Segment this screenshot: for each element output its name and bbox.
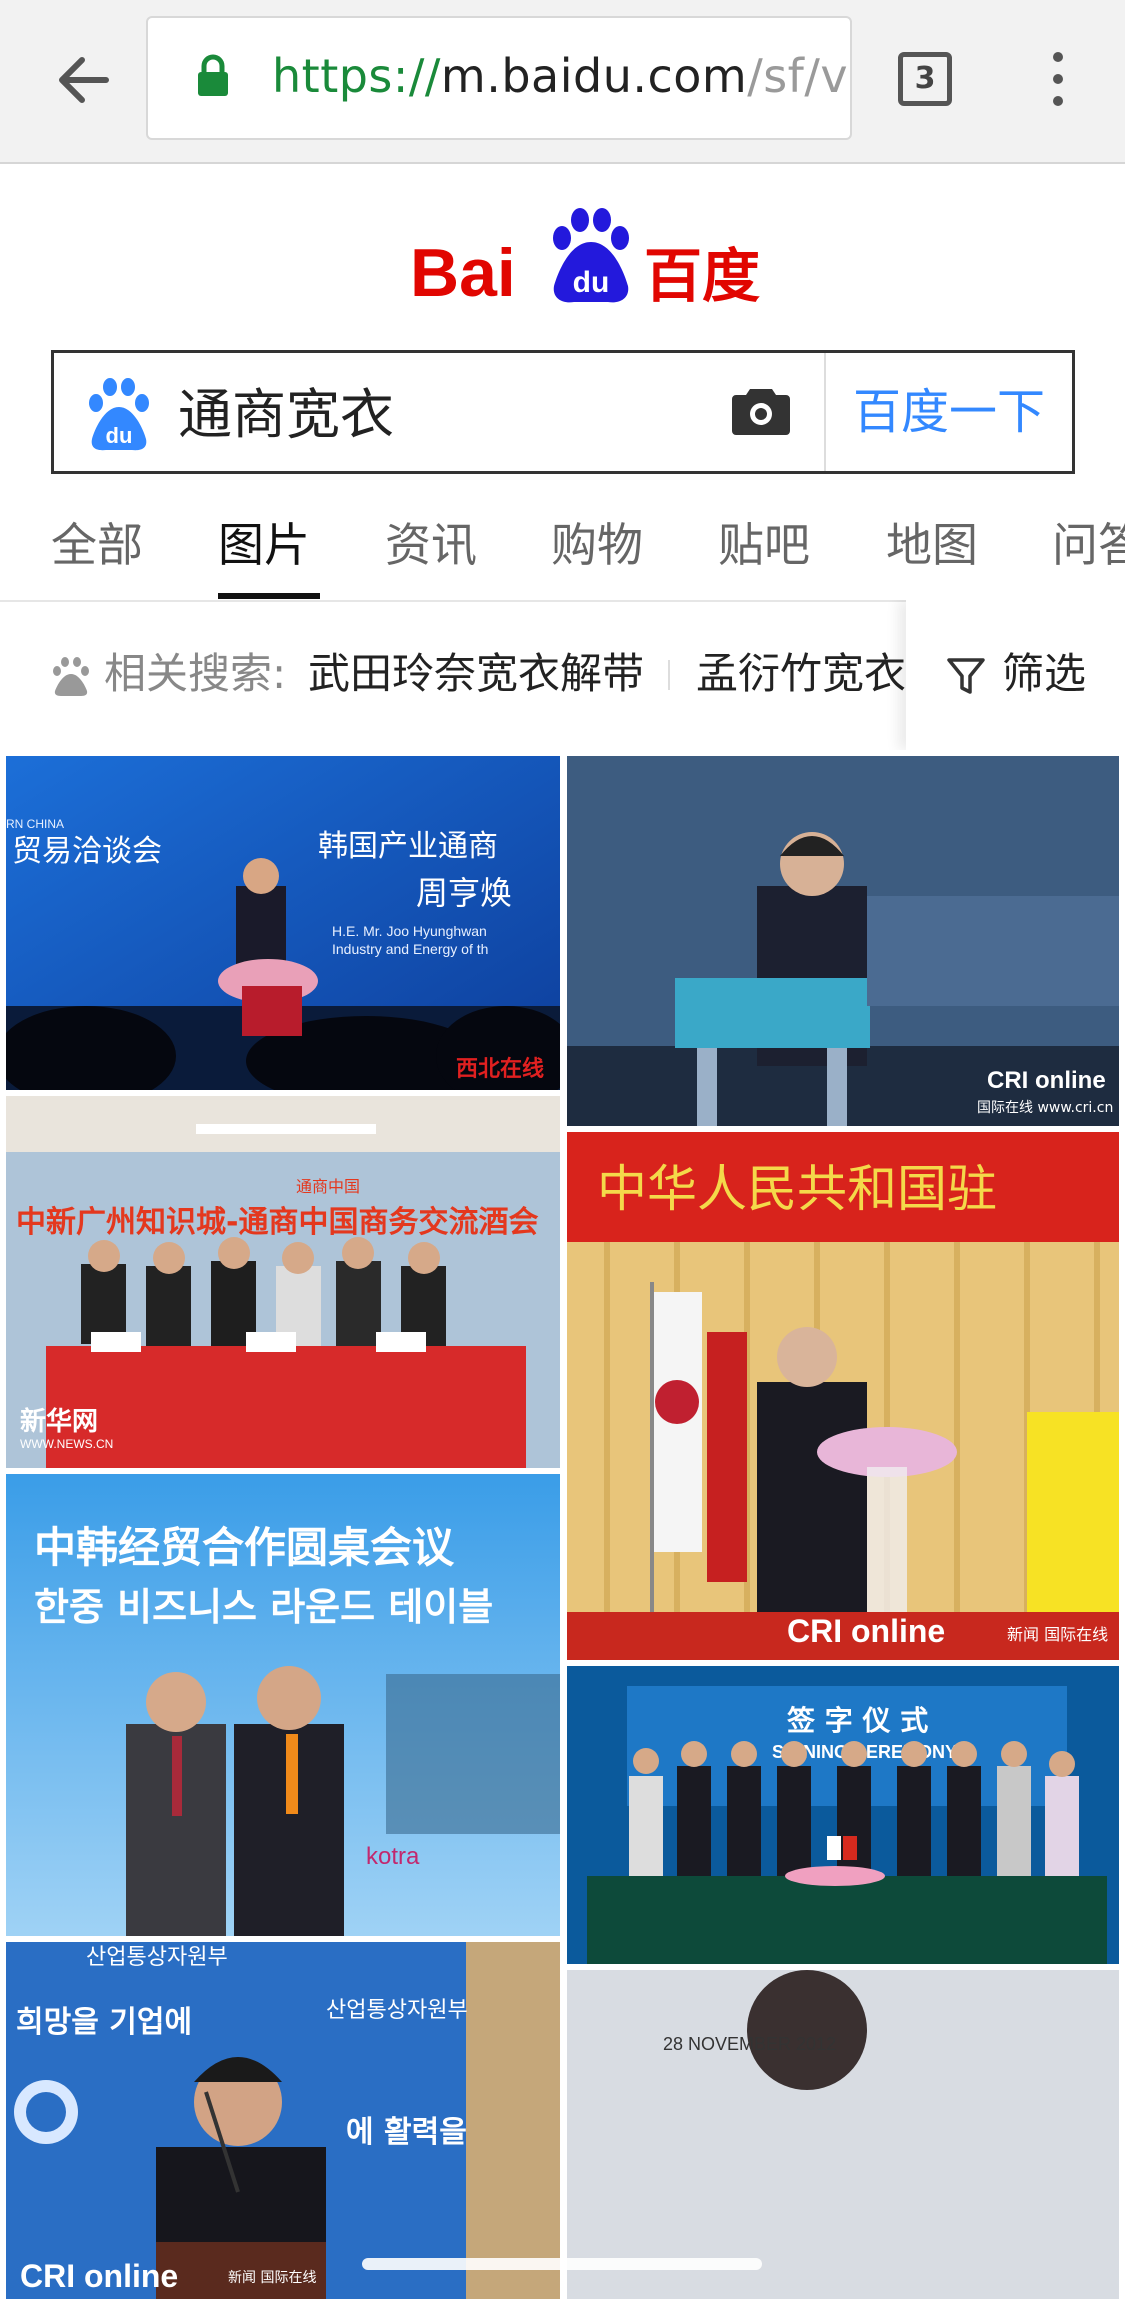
- url-path: /sf/vs: [747, 49, 850, 103]
- svg-text:Bai: Bai: [410, 235, 516, 310]
- svg-text:新闻 国际在线: 新闻 国际在线: [228, 2270, 316, 2286]
- svg-text:WWW.NEWS.CN: WWW.NEWS.CN: [20, 1437, 113, 1451]
- address-bar[interactable]: https://m.baidu.com/sf/vs: [146, 16, 852, 140]
- svg-text:贸易洽谈会: 贸易洽谈会: [12, 834, 162, 869]
- tab-images[interactable]: 图片: [218, 515, 310, 575]
- image-result[interactable]: 韩国产业通商 周亨焕 贸易洽谈会 H.E. Mr. Joo Hyunghwan …: [6, 756, 560, 1090]
- tab-tieba[interactable]: 贴吧: [718, 515, 810, 575]
- tab-shopping[interactable]: 购物: [551, 515, 643, 575]
- svg-text:韩国产业通商: 韩国产业通商: [318, 829, 498, 864]
- search-button[interactable]: 百度一下: [824, 353, 1072, 471]
- divider: [668, 660, 670, 690]
- category-tabs: 全部 图片 资讯 购物 贴吧 地图 问答: [0, 505, 1125, 602]
- svg-text:中韩经贸合作圆桌会议: 中韩经贸合作圆桌会议: [34, 1523, 455, 1572]
- search-box: du 通商宽衣 百度一下: [51, 350, 1075, 474]
- svg-text:산업통상자원부: 산업통상자원부: [326, 1998, 468, 2023]
- related-keyword[interactable]: 孟衍竹宽衣: [696, 644, 906, 704]
- svg-text:28 NOVEMBER 2012: 28 NOVEMBER 2012: [663, 2034, 836, 2054]
- camera-icon[interactable]: [732, 385, 790, 435]
- url-text: https://m.baidu.com/sf/vs: [272, 46, 850, 106]
- svg-text:CRI online: CRI online: [20, 2258, 178, 2294]
- image-result[interactable]: 中新广州知识城-通商中国商务交流酒会 通商中国 新华网 WWW.NEWS.CN: [6, 1096, 560, 1468]
- image-result[interactable]: 산업통상자원부 산업통상자원부 희망을 기업에 에 활력을 CRI online…: [6, 1942, 560, 2299]
- svg-text:中新广州知识城-通商中国商务交流酒会: 中新广州知识城-通商中国商务交流酒会: [16, 1205, 538, 1240]
- image-result[interactable]: CRI online 国际在线 www.cri.cn: [567, 756, 1119, 1126]
- paw-small-icon: [53, 657, 89, 696]
- related-keyword[interactable]: 武田玲奈宽衣解带: [308, 644, 644, 704]
- svg-text:CRI online: CRI online: [787, 1613, 945, 1649]
- svg-text:CRI online: CRI online: [987, 1067, 1106, 1094]
- svg-text:한중 비즈니스 라운드 테이블: 한중 비즈니스 라운드 테이블: [34, 1585, 493, 1629]
- svg-text:H.E. Mr. Joo Hyunghwan: H.E. Mr. Joo Hyunghwan: [332, 923, 487, 939]
- image-result[interactable]: 中韩经贸合作圆桌会议 한중 비즈니스 라운드 테이블 kotra: [6, 1474, 560, 1936]
- filter-icon: [947, 658, 985, 694]
- baidu-logo[interactable]: Bai du 百度: [0, 200, 1125, 311]
- svg-text:RN CHINA: RN CHINA: [6, 817, 64, 831]
- url-scheme: https://: [272, 49, 441, 103]
- svg-text:Industry and Energy of th: Industry and Energy of th: [332, 941, 488, 957]
- svg-text:新闻 国际在线: 新闻 国际在线: [1007, 1625, 1108, 1644]
- back-arrow-icon[interactable]: [52, 48, 116, 112]
- svg-text:通商中国: 通商中国: [296, 1177, 360, 1196]
- related-label: 相关搜索:: [104, 649, 287, 698]
- browser-toolbar: https://m.baidu.com/sf/vs 3: [0, 0, 1125, 164]
- url-host: m.baidu.com: [440, 49, 748, 103]
- image-results-grid: 韩国产业通商 周亨焕 贸易洽谈会 H.E. Mr. Joo Hyunghwan …: [0, 756, 1125, 2299]
- tab-switcher-button[interactable]: 3: [898, 52, 952, 106]
- active-tab-indicator: [218, 593, 320, 599]
- svg-text:du: du: [573, 266, 610, 299]
- image-result[interactable]: 签 字 仪 式 SIGNING CEREMONY: [567, 1666, 1119, 1964]
- svg-text:周亨焕: 周亨焕: [416, 874, 512, 912]
- tab-map[interactable]: 地图: [886, 515, 978, 575]
- svg-text:에 활력을: 에 활력을: [346, 2115, 467, 2150]
- lock-icon: [198, 54, 228, 96]
- svg-text:du: du: [106, 423, 133, 448]
- filter-button[interactable]: 筛选: [906, 600, 1125, 750]
- svg-text:희망을 기업에: 희망을 기업에: [16, 2005, 192, 2040]
- svg-text:签 字 仪 式: 签 字 仪 式: [787, 1704, 928, 1737]
- filter-label: 筛选: [1002, 649, 1087, 698]
- svg-text:西北在线: 西北在线: [456, 1056, 544, 1082]
- overflow-menu-icon[interactable]: [1048, 52, 1068, 112]
- svg-text:中华人民共和国驻: 中华人民共和国驻: [597, 1160, 997, 1218]
- svg-text:산업통상자원부: 산업통상자원부: [86, 1945, 228, 1970]
- search-input[interactable]: 通商宽衣: [178, 383, 394, 447]
- tab-all[interactable]: 全部: [51, 515, 143, 575]
- baidu-paw-icon: du: [89, 378, 149, 451]
- svg-text:国际在线 www.cri.cn: 国际在线 www.cri.cn: [977, 1100, 1113, 1116]
- tab-news[interactable]: 资讯: [385, 515, 477, 575]
- related-searches: 相关搜索: 武田玲奈宽衣解带 孟衍竹宽衣 筛选: [0, 600, 1125, 750]
- image-result[interactable]: 中华人民共和国驻 CRI online 新闻 国际在线: [567, 1132, 1119, 1660]
- svg-text:百度: 百度: [644, 242, 760, 310]
- tab-qa[interactable]: 问答: [1052, 515, 1125, 575]
- image-result[interactable]: 28 NOVEMBER 2012: [567, 1970, 1119, 2299]
- svg-text:kotra: kotra: [366, 1843, 420, 1870]
- home-indicator: [362, 2258, 762, 2270]
- svg-text:新华网: 新华网: [20, 1406, 98, 1437]
